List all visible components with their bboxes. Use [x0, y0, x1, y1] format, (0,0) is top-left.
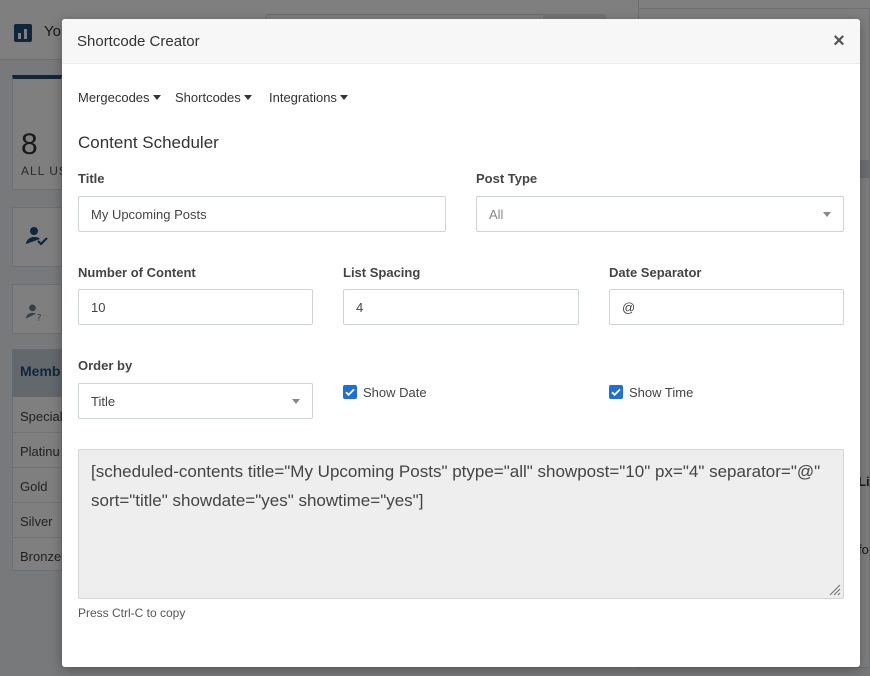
number-of-content-label: Number of Content [78, 265, 196, 280]
title-input[interactable] [78, 196, 446, 232]
menu-label: Integrations [269, 90, 337, 105]
date-separator-label: Date Separator [609, 265, 702, 280]
number-of-content-input[interactable] [78, 289, 313, 325]
copy-hint: Press Ctrl-C to copy [78, 606, 186, 620]
caret-down-icon [292, 399, 300, 404]
show-time-checkbox[interactable] [609, 385, 623, 399]
order-by-label: Order by [78, 358, 133, 373]
shortcodes-dropdown[interactable]: Shortcodes [175, 90, 252, 105]
order-by-value: Title [91, 394, 116, 409]
menu-label: Mergecodes [78, 90, 150, 105]
section-title: Content Scheduler [78, 133, 219, 152]
show-time-label[interactable]: Show Time [629, 385, 693, 400]
list-spacing-label: List Spacing [343, 265, 421, 280]
integrations-dropdown[interactable]: Integrations [269, 90, 348, 105]
resize-grip-icon[interactable] [827, 582, 841, 596]
title-label: Title [78, 171, 105, 186]
date-separator-input[interactable] [609, 289, 844, 325]
caret-down-icon [339, 95, 348, 100]
post-type-value: All [489, 207, 504, 222]
show-date-checkbox[interactable] [343, 385, 357, 399]
caret-down-icon [823, 212, 831, 217]
caret-down-icon [152, 95, 161, 100]
close-icon[interactable]: × [828, 30, 850, 52]
shortcode-output[interactable]: [scheduled-contents title="My Upcoming P… [78, 449, 844, 599]
shortcode-creator-modal: Shortcode Creator × Mergecodes Shortcode… [62, 19, 860, 667]
modal-title: Shortcode Creator [77, 33, 200, 50]
caret-down-icon [243, 95, 252, 100]
modal-header: Shortcode Creator × [62, 19, 860, 64]
order-by-select[interactable]: Title [78, 383, 313, 419]
checkbox-checked-icon [345, 388, 355, 397]
menu-label: Shortcodes [175, 90, 241, 105]
post-type-select[interactable]: All [476, 196, 844, 232]
list-spacing-input[interactable] [343, 289, 579, 325]
mergecodes-dropdown[interactable]: Mergecodes [78, 90, 161, 105]
checkbox-checked-icon [611, 388, 621, 397]
show-date-label[interactable]: Show Date [363, 385, 427, 400]
post-type-label: Post Type [476, 171, 538, 186]
